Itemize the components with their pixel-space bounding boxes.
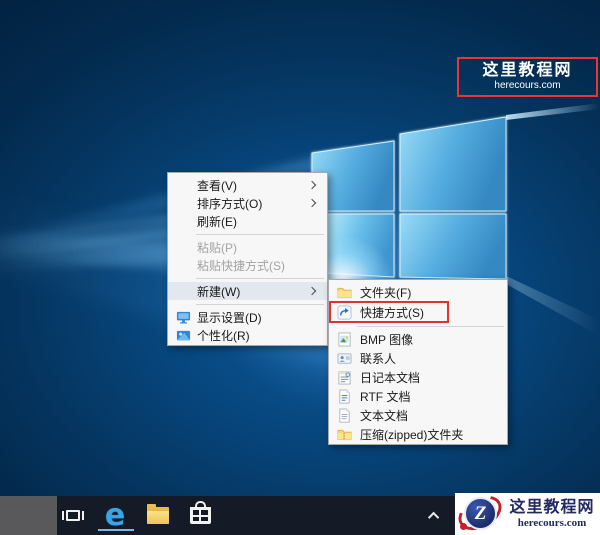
submenu-item-folder[interactable]: 文件夹(F) — [329, 282, 507, 302]
contact-icon — [337, 351, 352, 366]
logo-dot-icon — [460, 523, 467, 530]
menu-item-view[interactable]: 查看(V) — [168, 176, 327, 194]
submenu-item-label: 日记本文档 — [360, 371, 421, 385]
menu-item-personalize[interactable]: 个性化(R) — [168, 326, 327, 344]
file-explorer-button[interactable] — [138, 496, 178, 535]
menu-item-label: 粘贴(P) — [197, 240, 237, 255]
menu-item-label: 个性化(R) — [197, 328, 250, 343]
submenu-item-label: 文本文档 — [360, 409, 409, 423]
file-explorer-icon — [147, 504, 169, 524]
submenu-arrow-icon — [307, 198, 317, 208]
empty-icon-slot — [176, 284, 191, 299]
empty-icon-slot — [176, 258, 191, 273]
menu-item-label: 粘贴快捷方式(S) — [197, 258, 285, 273]
watermark-domain: herecours.com — [494, 80, 561, 91]
display-settings-icon — [176, 310, 191, 325]
logo-circle-icon: Z — [464, 497, 497, 530]
menu-item-paste-shortcut: 粘贴快捷方式(S) — [168, 256, 327, 274]
submenu-item-label: RTF 文档 — [360, 390, 411, 404]
edge-icon: e — [104, 497, 126, 533]
menu-item-label: 新建(W) — [197, 284, 241, 299]
watermark-bottom-right: Z 这里教程网 herecours.com — [452, 488, 600, 535]
empty-icon-slot — [176, 196, 191, 211]
submenu-item-zip-folder[interactable]: 压缩(zipped)文件夹 — [329, 425, 507, 444]
edge-active-indicator — [98, 529, 134, 531]
menu-separator — [329, 322, 507, 330]
zip-folder-icon — [337, 427, 352, 442]
watermark-title: 这里教程网 — [509, 498, 595, 516]
task-view-button[interactable] — [57, 496, 89, 535]
personalize-icon — [176, 328, 191, 343]
text-doc-icon — [337, 408, 352, 423]
empty-icon-slot — [176, 240, 191, 255]
submenu-item-contact[interactable]: 联系人 — [329, 349, 507, 368]
desktop-context-menu: 查看(V) 排序方式(O) 刷新(E) 粘贴(P) 粘贴快捷方式(S) 新建(W… — [167, 172, 328, 346]
logo-letter: Z — [474, 502, 487, 524]
folder-icon — [337, 285, 352, 300]
task-view-icon — [62, 510, 84, 521]
submenu-item-journal-doc[interactable]: 日记本文档 — [329, 368, 507, 387]
submenu-arrow-icon — [307, 286, 317, 296]
submenu-item-label: 联系人 — [360, 352, 397, 366]
bmp-image-icon — [337, 332, 352, 347]
rtf-doc-icon — [337, 389, 352, 404]
submenu-arrow-icon — [307, 180, 317, 190]
menu-item-label: 查看(V) — [197, 178, 237, 193]
watermark-top-right: 这里教程网 herecours.com — [457, 57, 598, 97]
menu-item-paste: 粘贴(P) — [168, 238, 327, 256]
menu-item-sort-by[interactable]: 排序方式(O) — [168, 194, 327, 212]
show-hidden-icons-button[interactable] — [420, 496, 450, 535]
censored-start-area — [0, 496, 57, 535]
desktop-screen: 这里教程网 herecours.com 查看(V) 排序方式(O) 刷新(E) … — [0, 0, 600, 535]
red-highlight-box — [329, 301, 449, 323]
chevron-up-icon — [427, 511, 440, 523]
submenu-item-label: BMP 图像 — [360, 333, 414, 347]
watermark-title: 这里教程网 — [482, 62, 573, 79]
menu-separator — [168, 300, 327, 308]
menu-item-refresh[interactable]: 刷新(E) — [168, 212, 327, 230]
watermark-domain: herecours.com — [517, 516, 587, 529]
menu-item-new[interactable]: 新建(W) — [168, 282, 327, 300]
store-icon — [189, 501, 211, 524]
store-button[interactable] — [180, 496, 220, 535]
journal-doc-icon — [337, 370, 352, 385]
menu-separator — [168, 274, 327, 282]
submenu-item-bmp-image[interactable]: BMP 图像 — [329, 330, 507, 349]
submenu-item-label: 压缩(zipped)文件夹 — [360, 428, 464, 442]
menu-item-label: 排序方式(O) — [197, 196, 263, 211]
menu-item-display-settings[interactable]: 显示设置(D) — [168, 308, 327, 326]
menu-item-label: 刷新(E) — [197, 214, 237, 229]
menu-separator — [168, 230, 327, 238]
submenu-item-text-doc[interactable]: 文本文档 — [329, 406, 507, 425]
submenu-item-label: 文件夹(F) — [360, 285, 412, 300]
menu-item-label: 显示设置(D) — [197, 310, 262, 325]
empty-icon-slot — [176, 178, 191, 193]
empty-icon-slot — [176, 214, 191, 229]
submenu-item-rtf-doc[interactable]: RTF 文档 — [329, 387, 507, 406]
site-logo: Z — [452, 488, 508, 535]
